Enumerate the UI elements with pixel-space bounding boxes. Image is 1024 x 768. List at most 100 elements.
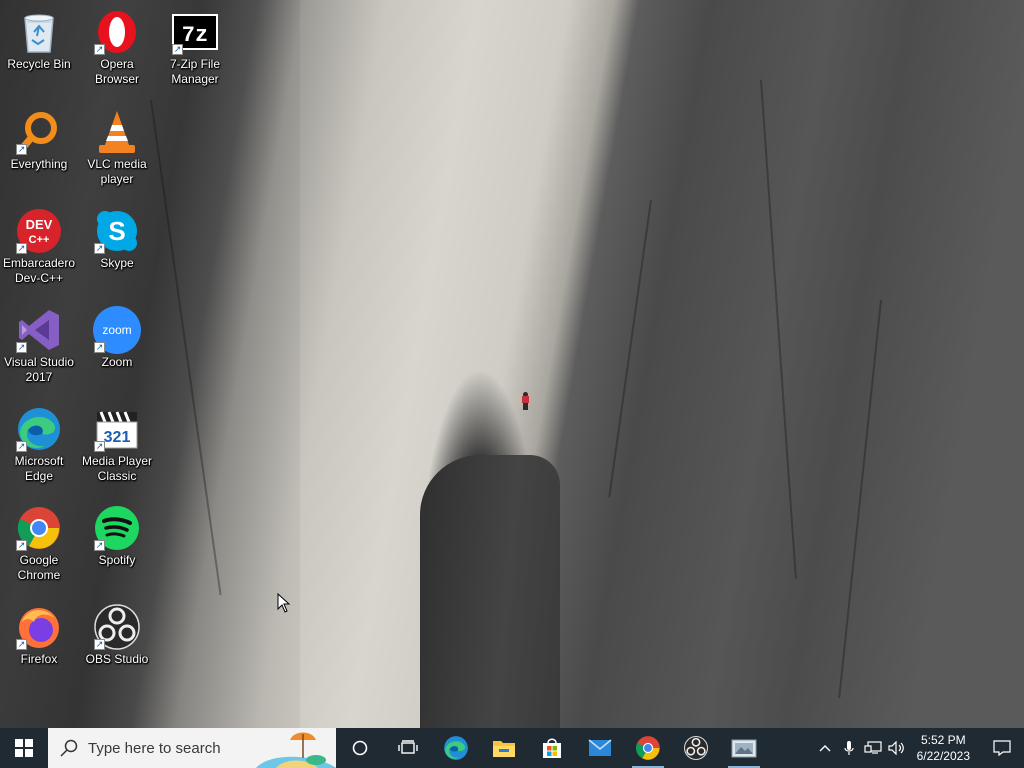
store-icon xyxy=(543,738,561,758)
mail-icon xyxy=(588,739,612,756)
rock-slab xyxy=(420,455,560,728)
shortcut-arrow-icon: ↗ xyxy=(94,639,105,650)
icon-label: VLC media player xyxy=(87,157,147,186)
taskbar-edge-button[interactable] xyxy=(432,728,480,768)
icon-label: Google Chrome xyxy=(17,553,61,582)
taskbar-file-explorer-button[interactable] xyxy=(480,728,528,768)
clock-time: 5:52 PM xyxy=(920,733,966,747)
mpc-glyph: 321 xyxy=(104,429,131,446)
everything-icon: ↗ xyxy=(15,108,63,156)
desktop-icon-spotify[interactable]: ↗ Spotify xyxy=(78,500,156,568)
devcpp-glyph-top: DEV xyxy=(26,217,53,232)
shortcut-arrow-icon: ↗ xyxy=(172,44,183,55)
taskbar-photos-button[interactable] xyxy=(720,728,768,768)
folder-icon xyxy=(493,741,515,757)
taskbar-mail-button[interactable] xyxy=(576,728,624,768)
rock-crack xyxy=(760,79,797,579)
search-highlight-beach-icon xyxy=(256,732,336,768)
desktop-icon-skype[interactable]: S ↗ Skype xyxy=(78,203,156,271)
desktop-icon-mpc[interactable]: 321 ↗ Media Player Classic xyxy=(78,401,156,484)
visual-studio-icon: ↗ xyxy=(15,306,63,354)
taskbar-task-view-button[interactable] xyxy=(384,728,432,768)
icon-label: Zoom xyxy=(101,355,133,369)
shortcut-arrow-icon: ↗ xyxy=(94,540,105,551)
shortcut-arrow-icon: ↗ xyxy=(94,441,105,452)
skype-icon: S ↗ xyxy=(93,207,141,255)
desktop-icon-edge[interactable]: ↗ Microsoft Edge xyxy=(0,401,78,484)
speaker-icon xyxy=(888,741,904,755)
icon-label: Visual Studio 2017 xyxy=(4,355,74,384)
icon-label: Everything xyxy=(10,157,68,171)
icon-label: Spotify xyxy=(98,553,136,567)
desktop-icon-devcpp[interactable]: DEV C++ ↗ Embarcadero Dev-C++ xyxy=(0,203,78,286)
devcpp-icon: DEV C++ ↗ xyxy=(15,207,63,255)
taskbar-cortana-button[interactable] xyxy=(336,728,384,768)
search-placeholder: Type here to search xyxy=(88,739,221,757)
chrome-icon: ↗ xyxy=(15,504,63,552)
shortcut-arrow-icon: ↗ xyxy=(16,441,27,452)
icon-label: Opera Browser xyxy=(94,57,139,86)
taskbar-search-box[interactable]: Type here to search xyxy=(48,728,336,768)
tray-network-button[interactable] xyxy=(861,728,885,768)
edge-icon: ↗ xyxy=(15,405,63,453)
spotify-icon: ↗ xyxy=(93,504,141,552)
search-icon xyxy=(60,739,78,757)
rock-crack xyxy=(838,300,882,699)
shortcut-arrow-icon: ↗ xyxy=(16,540,27,551)
tray-overflow-button[interactable] xyxy=(813,728,837,768)
icon-label: Recycle Bin xyxy=(7,57,71,71)
taskbar-chrome-button[interactable] xyxy=(624,728,672,768)
mouse-cursor-icon xyxy=(277,593,291,613)
icon-label: Microsoft Edge xyxy=(14,454,64,483)
icon-label: Media Player Classic xyxy=(81,454,153,483)
tray-volume-button[interactable] xyxy=(885,728,909,768)
vlc-icon xyxy=(93,108,141,156)
shortcut-arrow-icon: ↗ xyxy=(94,243,105,254)
shortcut-arrow-icon: ↗ xyxy=(16,243,27,254)
desktop-icon-chrome[interactable]: ↗ Google Chrome xyxy=(0,500,78,583)
shortcut-arrow-icon: ↗ xyxy=(94,342,105,353)
icon-label: Embarcadero Dev-C++ xyxy=(2,256,76,285)
desktop-icon-opera[interactable]: ↗ Opera Browser xyxy=(78,4,156,87)
opera-icon: ↗ xyxy=(93,8,141,56)
desktop-icon-seven-zip[interactable]: 7z ↗ 7-Zip File Manager xyxy=(156,4,234,87)
taskbar: Type here to search 5:52 PM 6/22/2023 xyxy=(0,728,1024,768)
seven-zip-glyph: 7z xyxy=(182,23,208,48)
desktop-icon-everything[interactable]: ↗ Everything xyxy=(0,104,78,172)
shortcut-arrow-icon: ↗ xyxy=(16,639,27,650)
rock-crack xyxy=(608,200,652,498)
photos-icon xyxy=(731,739,757,758)
seven-zip-icon: 7z ↗ xyxy=(171,8,219,56)
chrome-icon xyxy=(636,736,660,760)
icon-label: Skype xyxy=(100,256,134,270)
desktop-icon-zoom[interactable]: zoom ↗ Zoom xyxy=(78,302,156,370)
firefox-icon: ↗ xyxy=(15,603,63,651)
taskbar-store-button[interactable] xyxy=(528,728,576,768)
zoom-icon: zoom ↗ xyxy=(93,306,141,354)
icon-label: 7-Zip File Manager xyxy=(169,57,220,86)
desktop-icon-recycle-bin[interactable]: Recycle Bin xyxy=(0,4,78,72)
circle-icon xyxy=(352,740,368,756)
shortcut-arrow-icon: ↗ xyxy=(16,144,27,155)
windows-logo-icon xyxy=(15,739,33,757)
edge-icon xyxy=(444,736,468,760)
desktop-icon-vlc[interactable]: VLC media player xyxy=(78,104,156,187)
microphone-icon xyxy=(844,741,854,755)
recycle-bin-icon xyxy=(15,8,63,56)
network-icon xyxy=(864,741,882,754)
clock-date: 6/22/2023 xyxy=(916,749,970,763)
task-view-icon xyxy=(398,740,418,754)
action-center-button[interactable] xyxy=(980,728,1024,768)
taskbar-clock[interactable]: 5:52 PM 6/22/2023 xyxy=(909,732,980,764)
devcpp-glyph-bottom: C++ xyxy=(29,234,50,246)
desktop-icon-firefox[interactable]: ↗ Firefox xyxy=(0,599,78,667)
shortcut-arrow-icon: ↗ xyxy=(94,44,105,55)
climber-figure xyxy=(521,392,529,410)
desktop-icon-visual-studio[interactable]: ↗ Visual Studio 2017 xyxy=(0,302,78,385)
tray-microphone-button[interactable] xyxy=(837,728,861,768)
desktop-icon-obs[interactable]: ↗ OBS Studio xyxy=(78,599,156,667)
taskbar-obs-button[interactable] xyxy=(672,728,720,768)
shortcut-arrow-icon: ↗ xyxy=(16,342,27,353)
start-button[interactable] xyxy=(0,728,48,768)
zoom-glyph: zoom xyxy=(102,323,131,337)
